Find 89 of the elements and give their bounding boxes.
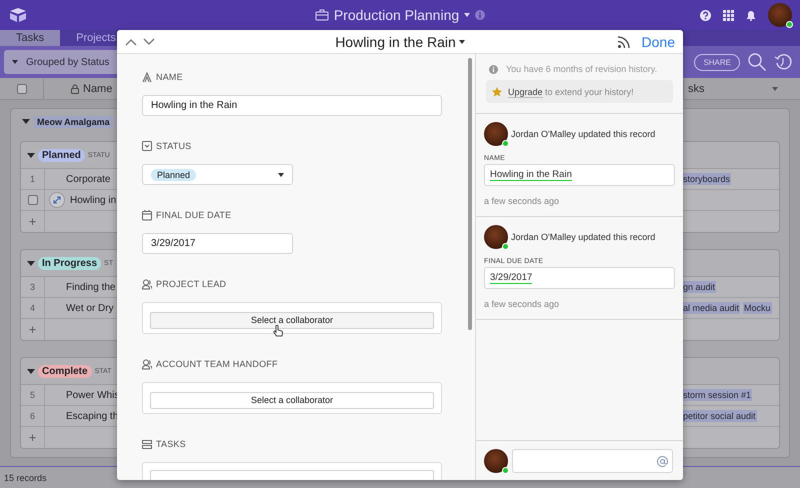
table-tab[interactable]: Tasks (0, 30, 60, 46)
share-button[interactable]: SHARE (694, 54, 740, 70)
caret-icon[interactable] (464, 13, 470, 17)
row-number: 3 (30, 282, 35, 292)
add-row-button[interactable]: + (28, 214, 36, 229)
comment-field[interactable] (512, 449, 673, 473)
date-field[interactable]: 3/29/2017 (142, 233, 293, 254)
help-icon[interactable] (700, 10, 711, 20)
collapse-triangle-icon[interactable] (22, 119, 30, 124)
group-by-button[interactable]: Grouped by Status (4, 50, 117, 74)
history-notice: You have 6 months of revision history. (506, 64, 658, 74)
linked-task-tag: gn audit (682, 281, 716, 293)
history-icon[interactable] (774, 53, 792, 71)
lock-icon (71, 84, 79, 94)
collapse-triangle-icon[interactable] (27, 260, 35, 266)
linked-task-tag: Mocku (743, 302, 772, 314)
field-label: ACCOUNT TEAM HANDOFF (156, 359, 278, 369)
group-title: Meow Amalgama (34, 116, 113, 128)
base-title[interactable]: Production Planning (334, 7, 460, 23)
collapse-triangle-icon[interactable] (27, 368, 35, 374)
apps-grid-icon[interactable] (723, 10, 734, 20)
people-icon (142, 358, 152, 370)
field-label: STATUS (156, 141, 192, 151)
status-pill: In Progress (38, 256, 102, 270)
chevron-up-icon[interactable] (125, 38, 137, 46)
linked-task-tag: storm session #1 (682, 389, 752, 401)
field-label: TASKS (156, 439, 186, 449)
select-all-checkbox[interactable] (16, 84, 26, 94)
linked-task-tag: storyboards (682, 173, 732, 185)
status-dropdown[interactable]: Planned (142, 164, 293, 185)
upgrade-link[interactable]: Upgrade (508, 86, 543, 98)
feed-icon[interactable] (618, 36, 630, 48)
record-name: Finding the (66, 282, 116, 292)
search-icon[interactable] (748, 53, 766, 71)
record-name: Howling in (70, 194, 116, 206)
calendar-icon (142, 210, 152, 220)
row-checkbox[interactable] (28, 195, 38, 205)
expand-record-button[interactable] (49, 192, 65, 208)
activity-text: Jordan O'Malley updated this record (511, 232, 656, 242)
select-collaborator-button[interactable]: Select a collaborator (150, 392, 434, 408)
caret-icon (458, 40, 465, 44)
caret-icon (278, 172, 284, 176)
logo-icon[interactable] (8, 7, 28, 23)
row-number: 5 (30, 390, 35, 400)
table-tab[interactable]: Projects (60, 30, 132, 46)
chevron-down-icon[interactable] (143, 38, 155, 46)
record-title[interactable]: Howling in the Rain (335, 34, 465, 50)
status-pill: Planned (151, 168, 196, 180)
timestamp: a few seconds ago (484, 299, 560, 309)
column-title[interactable]: sks (688, 82, 704, 94)
status-pill: Complete (38, 364, 92, 378)
star-icon (492, 86, 502, 96)
field-label: PROJECT LEAD (156, 279, 226, 289)
briefcase-icon (314, 9, 329, 21)
list-icon (142, 438, 152, 450)
activity-text: Jordan O'Malley updated this record (511, 129, 656, 139)
field-label: FINAL DUE DATE (156, 210, 232, 220)
info-icon (489, 64, 498, 74)
field-label: NAME (156, 72, 183, 82)
status-pill: Planned (38, 148, 85, 162)
changed-value: 3/29/2017 (484, 267, 675, 289)
linked-task-tag: petitor social audit (682, 410, 757, 422)
timestamp: a few seconds ago (484, 196, 560, 206)
add-row-button[interactable]: + (28, 430, 36, 445)
people-icon (142, 278, 152, 290)
dropdown-field-icon (142, 140, 152, 152)
add-row-button[interactable]: + (28, 322, 36, 337)
avatar[interactable] (768, 3, 792, 27)
info-icon[interactable] (475, 10, 486, 20)
text-field-icon (142, 72, 152, 82)
expand-arrow-icon (53, 196, 61, 204)
name-field[interactable]: Howling in the Rain (142, 95, 442, 116)
record-name: Wet or Dry (66, 302, 114, 314)
row-number: 6 (30, 411, 35, 421)
mention-icon[interactable] (657, 456, 668, 466)
bell-icon[interactable] (746, 10, 756, 20)
row-number: 1 (30, 174, 35, 184)
scrollbar[interactable] (468, 58, 472, 330)
upgrade-message: Upgrade to extend your history! (508, 86, 634, 96)
record-name: Corporate (66, 174, 110, 184)
done-button[interactable]: Done (642, 34, 675, 50)
select-collaborator-button[interactable]: Select a collaborator (150, 312, 434, 328)
column-title[interactable]: Name (83, 82, 112, 94)
collapse-triangle-icon[interactable] (27, 152, 35, 158)
caret-icon (12, 60, 18, 64)
linked-task-tag: al media audit (682, 302, 740, 314)
changed-value: Howling in the Rain (484, 164, 675, 186)
caret-icon[interactable] (772, 86, 778, 90)
row-number: 4 (30, 303, 35, 313)
